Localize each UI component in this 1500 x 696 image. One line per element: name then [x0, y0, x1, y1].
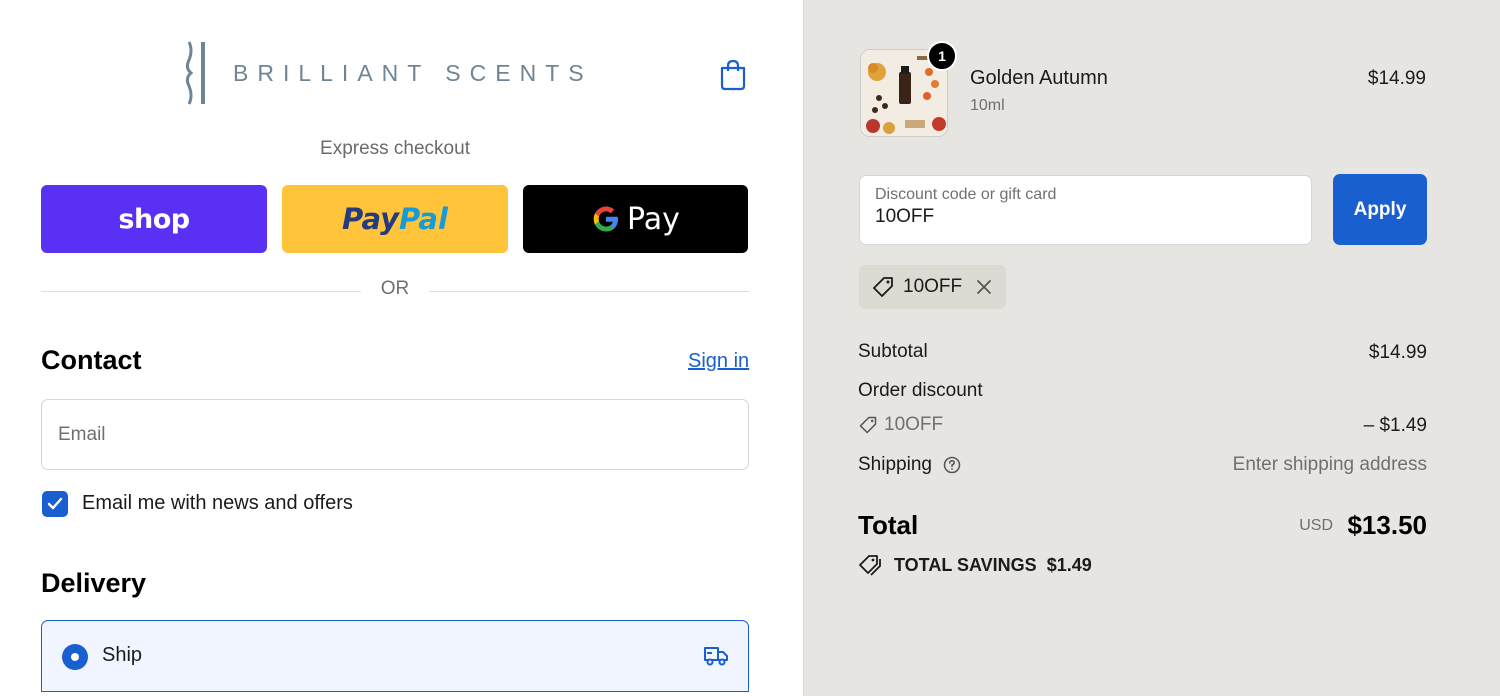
product-name: Golden Autumn	[970, 67, 1108, 89]
discount-field-label: Discount code or gift card	[875, 186, 1057, 203]
tag-icon	[859, 416, 877, 434]
checkmark-icon	[47, 497, 63, 510]
discount-field-value[interactable]: 10OFF	[875, 206, 1296, 228]
divider-line-right	[429, 291, 749, 292]
order-discount-label: Order discount	[858, 380, 983, 401]
brand-logo[interactable]: BRILLIANT SCENTS	[183, 40, 593, 106]
contact-heading: Contact	[41, 345, 142, 375]
discount-code-field[interactable]: Discount code or gift card 10OFF	[859, 175, 1312, 245]
applied-discount-code: 10OFF	[903, 276, 963, 297]
delivery-heading: Delivery	[41, 568, 147, 598]
tag-icon	[873, 277, 893, 297]
remove-discount-close-icon[interactable]	[976, 279, 992, 295]
shop-pay-button[interactable]: shop	[41, 185, 267, 253]
or-label: OR	[380, 278, 410, 299]
newsletter-label: Email me with news and offers	[82, 492, 353, 514]
order-discount-code-row: 10OFF	[858, 414, 943, 436]
shop-pay-label: shop	[118, 203, 190, 235]
savings-tags-icon	[859, 555, 881, 576]
subtotal-value: $14.99	[1368, 342, 1427, 363]
google-pay-button[interactable]: Pay	[523, 185, 748, 253]
total-savings: TOTAL SAVINGS $1.49	[858, 553, 1092, 577]
newsletter-checkbox[interactable]	[42, 491, 68, 517]
total-savings-amount: $1.49	[1046, 554, 1092, 575]
email-field[interactable]	[41, 399, 749, 470]
total-label: Total	[858, 510, 919, 540]
shipping-value: Enter shipping address	[1232, 454, 1427, 475]
checkout-main-panel: BRILLIANT SCENTS Express checkout shop P…	[0, 0, 803, 696]
shipping-row-label: Shipping	[858, 454, 961, 476]
product-price: $14.99	[1367, 68, 1426, 89]
help-icon[interactable]	[943, 456, 961, 474]
ship-label: Ship	[102, 644, 143, 666]
paypal-label-pay: Pay	[342, 202, 400, 236]
total-savings-label: TOTAL SAVINGS	[894, 554, 1037, 575]
or-divider: OR	[41, 278, 749, 302]
order-discount-value: – $1.49	[1363, 415, 1427, 436]
total-amount: $13.50	[1347, 510, 1427, 540]
total-currency: USD	[1299, 517, 1333, 534]
express-checkout-title: Express checkout	[320, 138, 470, 159]
ship-radio[interactable]	[62, 644, 88, 670]
google-pay-label: Pay	[627, 201, 680, 237]
sign-in-link[interactable]: Sign in	[688, 350, 749, 373]
paypal-button[interactable]: Pay Pal	[282, 185, 508, 253]
quantity-badge: 1	[927, 41, 957, 71]
truck-icon	[704, 647, 728, 666]
apply-discount-button[interactable]: Apply	[1333, 174, 1427, 245]
brand-name: BRILLIANT SCENTS	[233, 59, 593, 86]
brand-mark-icon	[185, 41, 205, 105]
shipping-label: Shipping	[858, 454, 932, 475]
shopping-bag-icon[interactable]	[718, 59, 748, 91]
ship-option[interactable]: Ship	[41, 620, 749, 692]
paypal-label-pal: Pal	[399, 202, 448, 236]
order-discount-code: 10OFF	[884, 414, 944, 435]
subtotal-label: Subtotal	[858, 341, 928, 362]
google-g-icon	[593, 206, 619, 232]
applied-discount-chip: 10OFF	[859, 265, 1006, 309]
product-variant: 10ml	[970, 97, 1005, 114]
divider-line-left	[41, 291, 361, 292]
